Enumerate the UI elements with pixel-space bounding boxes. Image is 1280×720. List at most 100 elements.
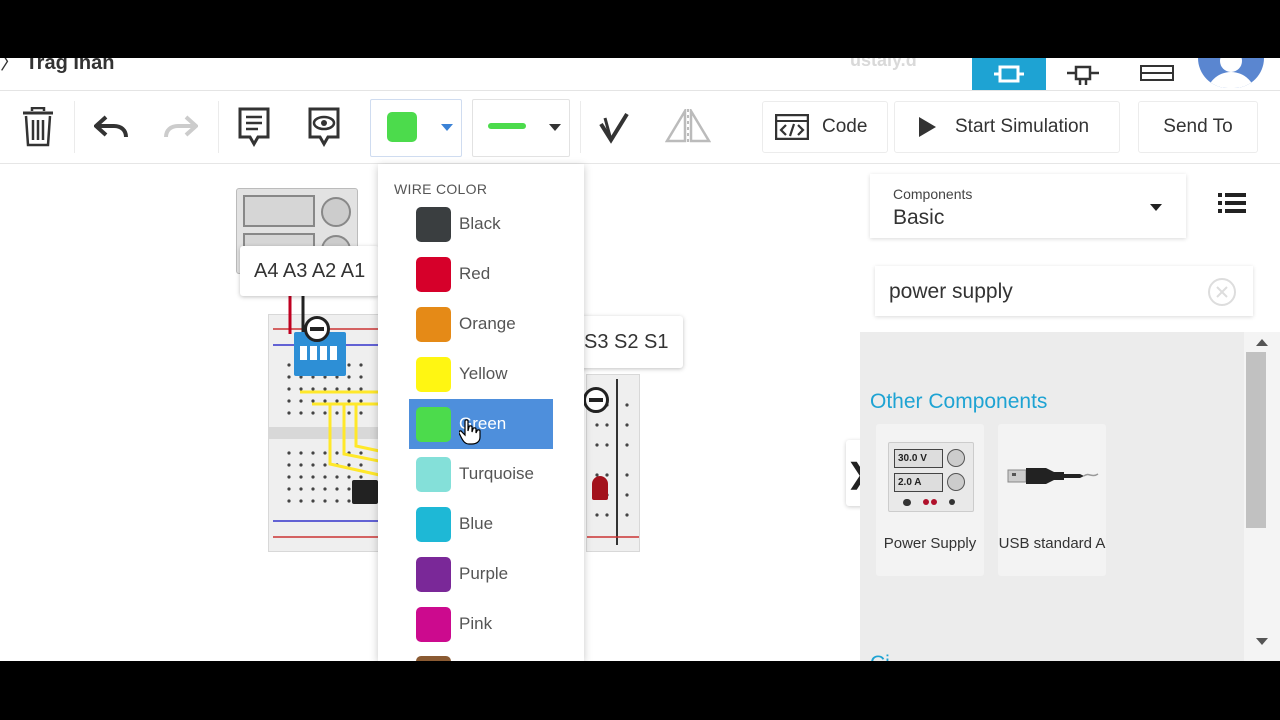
color-option-partial[interactable] [416, 656, 451, 661]
code-button[interactable]: Code [762, 101, 888, 153]
current-wire-color-swatch [387, 112, 417, 142]
color-option-purple[interactable]: Purple [409, 549, 585, 599]
color-option-label: Blue [459, 514, 494, 533]
color-option-green[interactable]: Green [409, 399, 553, 449]
color-option-black[interactable]: Black [409, 199, 585, 249]
delete-button[interactable] [14, 91, 62, 163]
power-supply-thumbnail: 30.0 V 2.0 A [888, 442, 974, 512]
search-results: Other Components 30.0 V 2.0 A Power Supp… [860, 332, 1244, 661]
project-title-text: Trag Inan [25, 58, 115, 74]
ps-terminal [903, 499, 911, 506]
list-view-toggle[interactable] [1218, 192, 1246, 219]
rotate-icon [599, 112, 629, 144]
terminal-minus-icon[interactable] [304, 316, 330, 342]
pin-label-s-text: S3 S2 S1 [584, 330, 669, 353]
wire-type-preview [488, 123, 526, 129]
toggle-notes-visibility-button[interactable] [302, 91, 346, 163]
redo-icon [164, 115, 198, 138]
components-category-select[interactable]: Components Basic [870, 174, 1186, 238]
ps-current-display: 2.0 A [894, 473, 943, 492]
user-avatar[interactable] [1198, 58, 1264, 88]
schematic-view-button[interactable] [1046, 58, 1120, 90]
undo-button[interactable] [88, 91, 134, 163]
chevron-down-icon [549, 124, 561, 131]
component-card-name: Power Supply [883, 535, 977, 552]
color-option-label: Turquoise [459, 464, 534, 483]
scroll-down-icon[interactable] [1256, 638, 1268, 646]
start-simulation-button[interactable]: Start Simulation [894, 101, 1120, 153]
pin-label-s: S3 S2 S1 [570, 316, 683, 368]
components-panel: Components Basic power supply Other Comp… [860, 164, 1280, 661]
color-option-blue[interactable]: Blue [409, 499, 585, 549]
hand-cursor-icon [459, 419, 481, 445]
component-card-power-supply[interactable]: 30.0 V 2.0 A Power Supply [876, 424, 984, 576]
ps-terminal [931, 499, 937, 505]
color-swatch [416, 456, 451, 492]
color-option-label: Pink [459, 614, 493, 633]
component-card-name: USB standard A [998, 535, 1106, 552]
undo-icon [94, 115, 128, 138]
color-option-label: Orange [459, 314, 516, 333]
terminal-minus-icon[interactable] [583, 387, 609, 413]
led-red[interactable] [592, 476, 608, 500]
component-search-input[interactable]: power supply [875, 266, 1253, 316]
ps-terminal [949, 499, 955, 505]
send-to-button[interactable]: Send To [1138, 101, 1258, 153]
top-bar: 〉 Trag Inan ustaly.d [0, 58, 1280, 91]
toolbar-divider [580, 101, 581, 153]
redo-button[interactable] [158, 91, 204, 163]
next-section-title-partial: Ci... [870, 646, 907, 661]
toolbar-divider [218, 101, 219, 153]
code-icon [775, 114, 809, 140]
color-option-red[interactable]: Red [409, 249, 585, 299]
clear-search-icon[interactable] [1207, 277, 1237, 307]
circuit-view-button[interactable] [972, 58, 1046, 90]
color-option-turquoise[interactable]: Turquoise [409, 449, 585, 499]
wire-type-dropdown[interactable] [472, 99, 570, 157]
color-swatch [416, 506, 451, 542]
color-option-label: Purple [459, 564, 509, 583]
color-option-label: Black [459, 214, 501, 233]
chevron-down-icon [441, 124, 453, 131]
ps-knob [947, 473, 965, 491]
ic-chip[interactable] [352, 480, 378, 504]
app-screen: 〉 Trag Inan ustaly.d Code Start Simulati… [0, 58, 1280, 661]
wire-color-menu: WIRE COLOR Black Red Orange Yellow Green… [378, 164, 584, 661]
avatar-shoulders [1206, 72, 1256, 88]
trash-icon [23, 107, 53, 147]
schematic-icon [1067, 65, 1099, 85]
back-glyph: 〉 [0, 58, 20, 74]
list-icon [1218, 193, 1246, 213]
wire-color-dropdown[interactable] [370, 99, 462, 157]
components-select-value: Basic [893, 206, 945, 229]
color-swatch [416, 556, 451, 592]
rotate-button[interactable] [592, 91, 636, 163]
notes-button[interactable] [232, 91, 276, 163]
list-view-icon [1140, 65, 1174, 81]
component-card-usb-standard-a[interactable]: USB standard A [998, 424, 1106, 576]
send-to-label: Send To [1163, 116, 1233, 137]
scrollbar-thumb[interactable] [1246, 352, 1266, 528]
faded-status: ustaly.d [850, 58, 917, 70]
ps-knob [947, 449, 965, 467]
component-list-view-button[interactable] [1120, 58, 1194, 90]
flip-button[interactable] [664, 91, 712, 163]
results-scrollbar[interactable] [1244, 332, 1280, 661]
color-swatch [416, 206, 451, 242]
eye-note-icon [308, 107, 340, 147]
color-option-label: Red [459, 264, 491, 283]
search-value: power supply [889, 280, 1013, 303]
ps-terminal [923, 499, 929, 505]
color-option-orange[interactable]: Orange [409, 299, 585, 349]
color-option-yellow[interactable]: Yellow [409, 349, 585, 399]
color-swatch [416, 306, 451, 342]
scroll-up-icon[interactable] [1256, 338, 1268, 346]
start-simulation-label: Start Simulation [955, 116, 1090, 137]
wire-color-heading: WIRE COLOR [394, 181, 488, 197]
project-title[interactable]: 〉 Trag Inan [0, 58, 114, 75]
color-option-pink[interactable]: Pink [409, 599, 585, 649]
section-other-components: Other Components [870, 390, 1048, 413]
color-swatch [416, 606, 451, 642]
color-option-label: Yellow [459, 364, 508, 383]
code-button-label: Code [822, 116, 868, 137]
